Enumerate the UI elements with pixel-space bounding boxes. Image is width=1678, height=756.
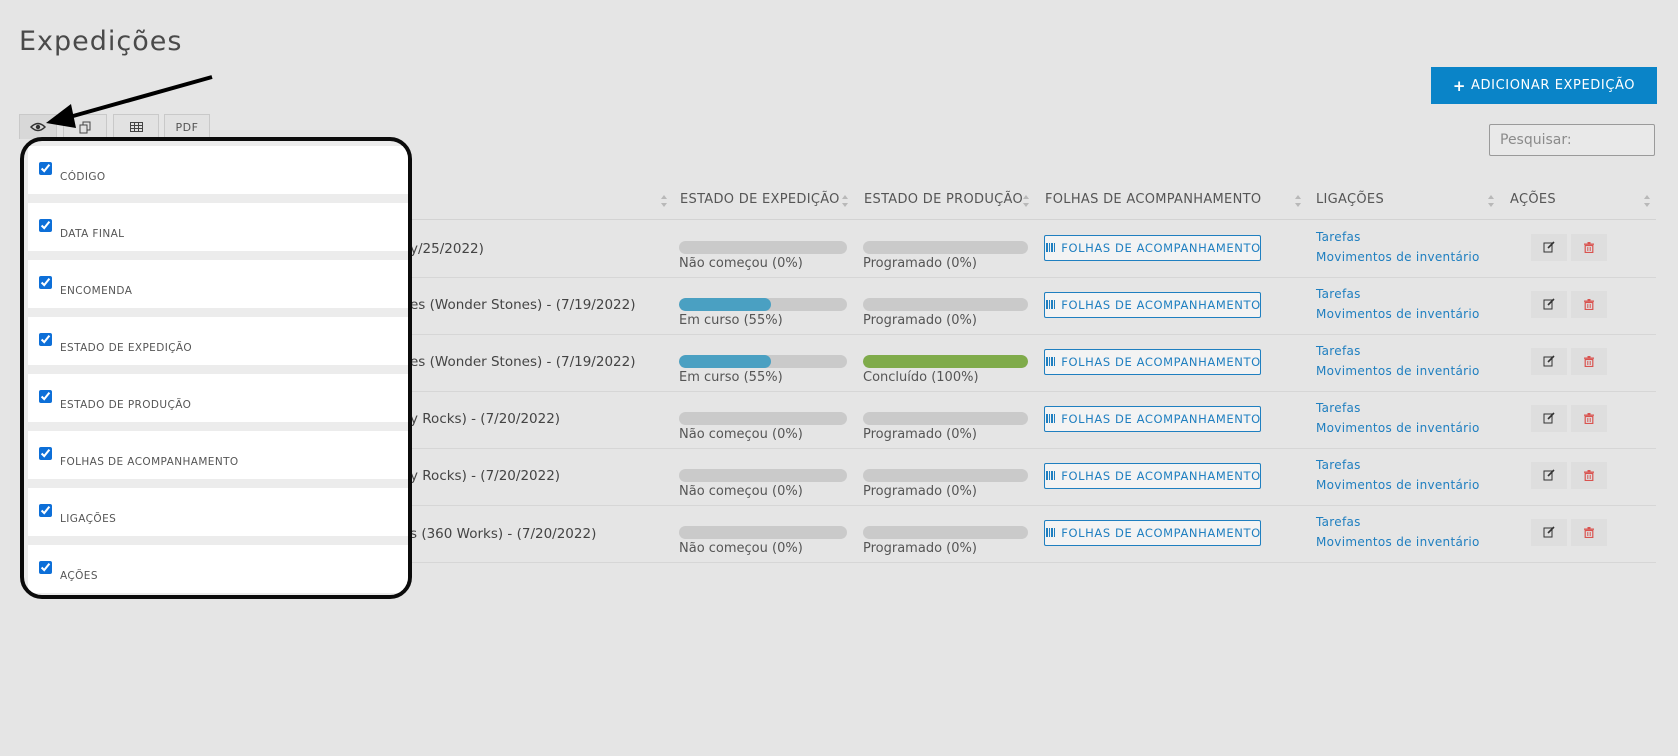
callout-arrow [46,75,213,128]
